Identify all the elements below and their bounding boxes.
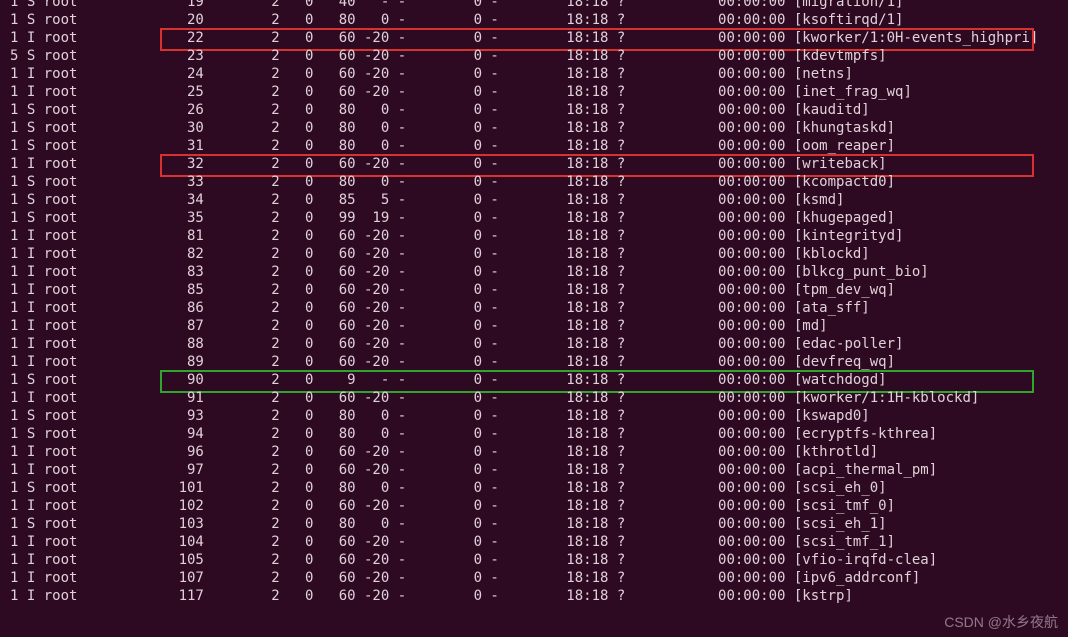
process-row: 1 S root 31 2 0 80 0 - 0 - 18:18 ? 00:00… (0, 137, 1068, 155)
process-row: 5 S root 23 2 0 60 -20 - 0 - 18:18 ? 00:… (0, 47, 1068, 65)
process-row: 1 I root 85 2 0 60 -20 - 0 - 18:18 ? 00:… (0, 281, 1068, 299)
process-row: 1 I root 82 2 0 60 -20 - 0 - 18:18 ? 00:… (0, 245, 1068, 263)
process-row: 1 I root 86 2 0 60 -20 - 0 - 18:18 ? 00:… (0, 299, 1068, 317)
process-row: 1 I root 22 2 0 60 -20 - 0 - 18:18 ? 00:… (0, 29, 1068, 47)
process-row: 1 S root 34 2 0 85 5 - 0 - 18:18 ? 00:00… (0, 191, 1068, 209)
process-row: 1 I root 83 2 0 60 -20 - 0 - 18:18 ? 00:… (0, 263, 1068, 281)
process-row: 1 I root 104 2 0 60 -20 - 0 - 18:18 ? 00… (0, 533, 1068, 551)
process-row: 1 I root 102 2 0 60 -20 - 0 - 18:18 ? 00… (0, 497, 1068, 515)
process-row: 1 I root 87 2 0 60 -20 - 0 - 18:18 ? 00:… (0, 317, 1068, 335)
process-row: 1 S root 90 2 0 9 - - 0 - 18:18 ? 00:00:… (0, 371, 1068, 389)
process-row: 1 S root 30 2 0 80 0 - 0 - 18:18 ? 00:00… (0, 119, 1068, 137)
process-row: 1 I root 81 2 0 60 -20 - 0 - 18:18 ? 00:… (0, 227, 1068, 245)
process-row: 1 I root 91 2 0 60 -20 - 0 - 18:18 ? 00:… (0, 389, 1068, 407)
process-row: 1 S root 93 2 0 80 0 - 0 - 18:18 ? 00:00… (0, 407, 1068, 425)
process-row: 1 I root 89 2 0 60 -20 - 0 - 18:18 ? 00:… (0, 353, 1068, 371)
process-row: 1 I root 105 2 0 60 -20 - 0 - 18:18 ? 00… (0, 551, 1068, 569)
process-row: 1 I root 24 2 0 60 -20 - 0 - 18:18 ? 00:… (0, 65, 1068, 83)
process-row: 1 I root 97 2 0 60 -20 - 0 - 18:18 ? 00:… (0, 461, 1068, 479)
terminal-output[interactable]: 1 S root 19 2 0 40 - - 0 - 18:18 ? 00:00… (0, 0, 1068, 637)
process-row: 1 I root 107 2 0 60 -20 - 0 - 18:18 ? 00… (0, 569, 1068, 587)
process-row: 1 I root 96 2 0 60 -20 - 0 - 18:18 ? 00:… (0, 443, 1068, 461)
process-row: 1 S root 101 2 0 80 0 - 0 - 18:18 ? 00:0… (0, 479, 1068, 497)
process-row: 1 I root 25 2 0 60 -20 - 0 - 18:18 ? 00:… (0, 83, 1068, 101)
process-row: 1 S root 94 2 0 80 0 - 0 - 18:18 ? 00:00… (0, 425, 1068, 443)
process-row: 1 S root 19 2 0 40 - - 0 - 18:18 ? 00:00… (0, 0, 1068, 11)
process-row: 1 I root 32 2 0 60 -20 - 0 - 18:18 ? 00:… (0, 155, 1068, 173)
process-row: 1 S root 35 2 0 99 19 - 0 - 18:18 ? 00:0… (0, 209, 1068, 227)
process-row: 1 S root 26 2 0 80 0 - 0 - 18:18 ? 00:00… (0, 101, 1068, 119)
process-row: 1 S root 20 2 0 80 0 - 0 - 18:18 ? 00:00… (0, 11, 1068, 29)
process-row: 1 I root 117 2 0 60 -20 - 0 - 18:18 ? 00… (0, 587, 1068, 605)
process-row: 1 S root 103 2 0 80 0 - 0 - 18:18 ? 00:0… (0, 515, 1068, 533)
process-row: 1 I root 88 2 0 60 -20 - 0 - 18:18 ? 00:… (0, 335, 1068, 353)
process-row: 1 S root 33 2 0 80 0 - 0 - 18:18 ? 00:00… (0, 173, 1068, 191)
